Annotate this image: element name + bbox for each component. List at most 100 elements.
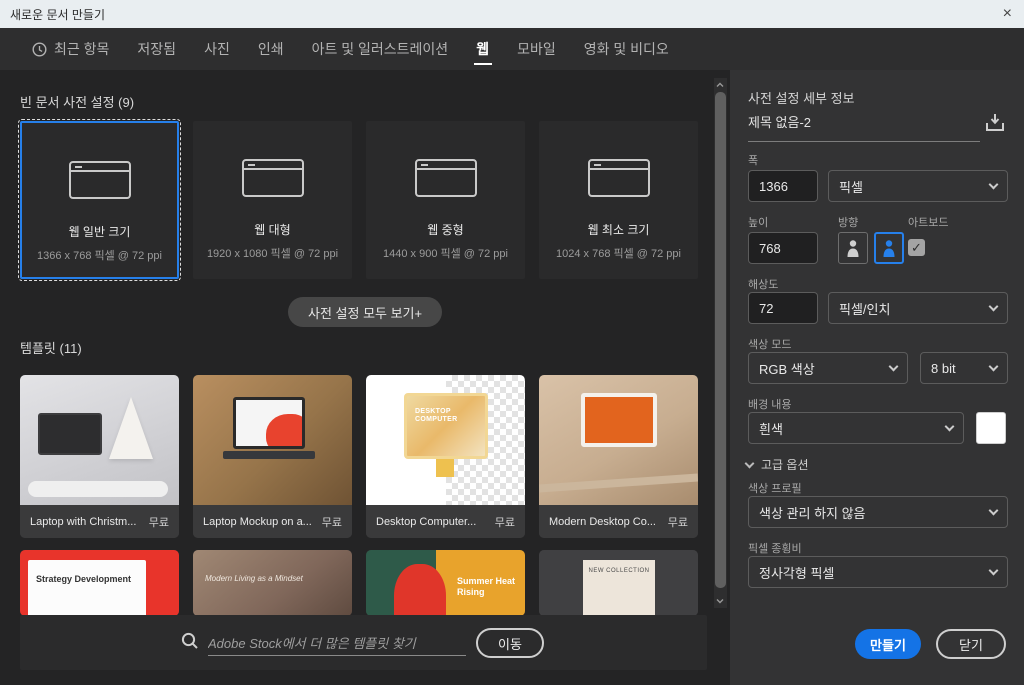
panel-title: 사전 설정 세부 정보 (748, 88, 855, 107)
window-titlebar: 새로운 문서 만들기 × (0, 0, 1024, 28)
save-preset-icon[interactable] (984, 112, 1006, 139)
template-thumbnail (20, 375, 179, 505)
template-name: Laptop with Christm... (30, 516, 136, 528)
chevron-down-icon (889, 361, 899, 371)
template-thumbnail: NEW COLLECTION (539, 550, 698, 616)
view-all-presets-button[interactable]: 사전 설정 모두 보기+ (288, 297, 442, 327)
search-input[interactable] (208, 632, 466, 656)
chevron-down-icon (989, 565, 999, 575)
preset-name: 웹 최소 크기 (588, 221, 650, 238)
pixel-ratio-label: 픽셀 종횡비 (748, 540, 802, 556)
preset-web-common[interactable]: 웹 일반 크기 1366 x 768 픽셀 @ 72 ppi (20, 121, 179, 279)
tab-print[interactable]: 인쇄 (258, 28, 284, 70)
dropdown-value: 픽셀/인치 (839, 299, 890, 318)
preset-web-large[interactable]: 웹 대형 1920 x 1080 픽셀 @ 72 ppi (193, 121, 352, 279)
resolution-label: 해상도 (748, 276, 778, 292)
create-button[interactable]: 만들기 (855, 629, 921, 659)
background-dropdown[interactable]: 흰색 (748, 412, 964, 444)
artboard-checkbox[interactable]: ✓ (908, 239, 925, 256)
dropdown-value: RGB 색상 (759, 359, 815, 378)
height-input[interactable]: 768 (748, 232, 818, 264)
scroll-down-icon[interactable] (716, 597, 724, 605)
template-thumbnail (539, 375, 698, 505)
chevron-down-icon (989, 505, 999, 515)
template-thumbnail: DESKTOP COMPUTER (366, 375, 525, 505)
preset-details-panel: 사전 설정 세부 정보 제목 없음-2 폭 1366 픽셀 높이 방향 아트보드… (730, 70, 1024, 685)
template-price: 무료 (322, 514, 342, 530)
template-modern-living[interactable]: Modern Living as a Mindset (193, 550, 352, 616)
dropdown-value: 픽셀 (839, 177, 863, 196)
color-profile-label: 색상 프로필 (748, 480, 802, 496)
template-thumbnail (193, 375, 352, 505)
template-modern-desktop[interactable]: Modern Desktop Co... 무료 (539, 375, 698, 538)
resolution-unit-dropdown[interactable]: 픽셀/인치 (828, 292, 1008, 324)
background-label: 배경 내용 (748, 396, 792, 412)
advanced-options-toggle[interactable]: 고급 옵션 (746, 456, 809, 473)
width-unit-dropdown[interactable]: 픽셀 (828, 170, 1008, 202)
height-label: 높이 (748, 214, 768, 230)
tab-label: 최근 항목 (54, 39, 109, 59)
tab-mobile[interactable]: 모바일 (517, 28, 556, 70)
template-price: 무료 (495, 514, 515, 530)
blank-presets-section-title: 빈 문서 사전 설정 (9) (20, 92, 134, 111)
chevron-down-icon (989, 361, 999, 371)
thumbnail-overlay-text: Modern Living as a Mindset (205, 574, 303, 583)
preset-size: 1920 x 1080 픽셀 @ 72 ppi (207, 245, 338, 261)
preset-web-minimum[interactable]: 웹 최소 크기 1024 x 768 픽셀 @ 72 ppi (539, 121, 698, 279)
tab-web[interactable]: 웹 (476, 28, 489, 70)
stock-search-bar: 이동 (20, 615, 707, 670)
template-laptop-mockup[interactable]: Laptop Mockup on a... 무료 (193, 375, 352, 538)
tab-label: 아트 및 일러스트레이션 (312, 39, 449, 59)
preset-web-medium[interactable]: 웹 중형 1440 x 900 픽셀 @ 72 ppi (366, 121, 525, 279)
chevron-down-icon (989, 301, 999, 311)
orientation-portrait-button[interactable] (838, 232, 868, 264)
template-name: Laptop Mockup on a... (203, 516, 311, 528)
clock-icon (32, 42, 47, 57)
template-laptop-christmas[interactable]: Laptop with Christm... 무료 (20, 375, 179, 538)
width-input[interactable]: 1366 (748, 170, 818, 202)
template-price: 무료 (149, 514, 169, 530)
resolution-input[interactable]: 72 (748, 292, 818, 324)
close-icon[interactable]: × (1003, 4, 1012, 24)
tab-label: 사진 (204, 39, 230, 59)
tab-label: 저장됨 (137, 39, 176, 59)
tab-label: 웹 (476, 39, 489, 59)
color-profile-dropdown[interactable]: 색상 관리 하지 않음 (748, 496, 1008, 528)
scrollbar-thumb[interactable] (715, 92, 726, 588)
templates-section-title: 템플릿 (11) (20, 338, 82, 357)
browser-window-icon (242, 159, 304, 197)
dropdown-value: 정사각형 픽셀 (759, 563, 834, 582)
template-new-collection[interactable]: NEW COLLECTION (539, 550, 698, 616)
go-button[interactable]: 이동 (476, 628, 544, 658)
browser-window-icon (588, 159, 650, 197)
orientation-label: 방향 (838, 214, 858, 230)
template-thumbnail: Modern Living as a Mindset (193, 550, 352, 616)
template-name: Modern Desktop Co... (549, 516, 656, 528)
template-thumbnail: Strategy Development (20, 550, 179, 616)
template-desktop-computer[interactable]: DESKTOP COMPUTER Desktop Computer... 무료 (366, 375, 525, 538)
tab-film-video[interactable]: 영화 및 비디오 (584, 28, 669, 70)
orientation-landscape-button[interactable] (874, 232, 904, 264)
advanced-options-label: 고급 옵션 (761, 456, 809, 473)
close-button[interactable]: 닫기 (936, 629, 1006, 659)
scroll-up-icon[interactable] (716, 81, 724, 89)
bit-depth-dropdown[interactable]: 8 bit (920, 352, 1008, 384)
template-strategy-development[interactable]: Strategy Development (20, 550, 179, 616)
tab-saved[interactable]: 저장됨 (137, 28, 176, 70)
category-tabbar: 최근 항목 저장됨 사진 인쇄 아트 및 일러스트레이션 웹 모바일 영화 및 … (0, 28, 1024, 70)
background-color-swatch[interactable] (976, 412, 1006, 444)
chevron-down-icon (745, 458, 755, 468)
tab-photo[interactable]: 사진 (204, 28, 230, 70)
color-mode-dropdown[interactable]: RGB 색상 (748, 352, 908, 384)
dropdown-value: 8 bit (931, 361, 956, 376)
preset-size: 1440 x 900 픽셀 @ 72 ppi (383, 245, 508, 261)
thumbnail-overlay-text: Summer Heat Rising (457, 576, 517, 598)
content-scrollbar[interactable] (714, 78, 727, 608)
tab-recent[interactable]: 최근 항목 (32, 28, 109, 70)
template-summer-heat[interactable]: Summer Heat Rising (366, 550, 525, 616)
document-name-input[interactable]: 제목 없음-2 (748, 112, 980, 142)
tab-art-illustration[interactable]: 아트 및 일러스트레이션 (312, 28, 449, 70)
thumbnail-overlay-text: Strategy Development (36, 574, 138, 584)
tab-label: 인쇄 (258, 39, 284, 59)
pixel-ratio-dropdown[interactable]: 정사각형 픽셀 (748, 556, 1008, 588)
